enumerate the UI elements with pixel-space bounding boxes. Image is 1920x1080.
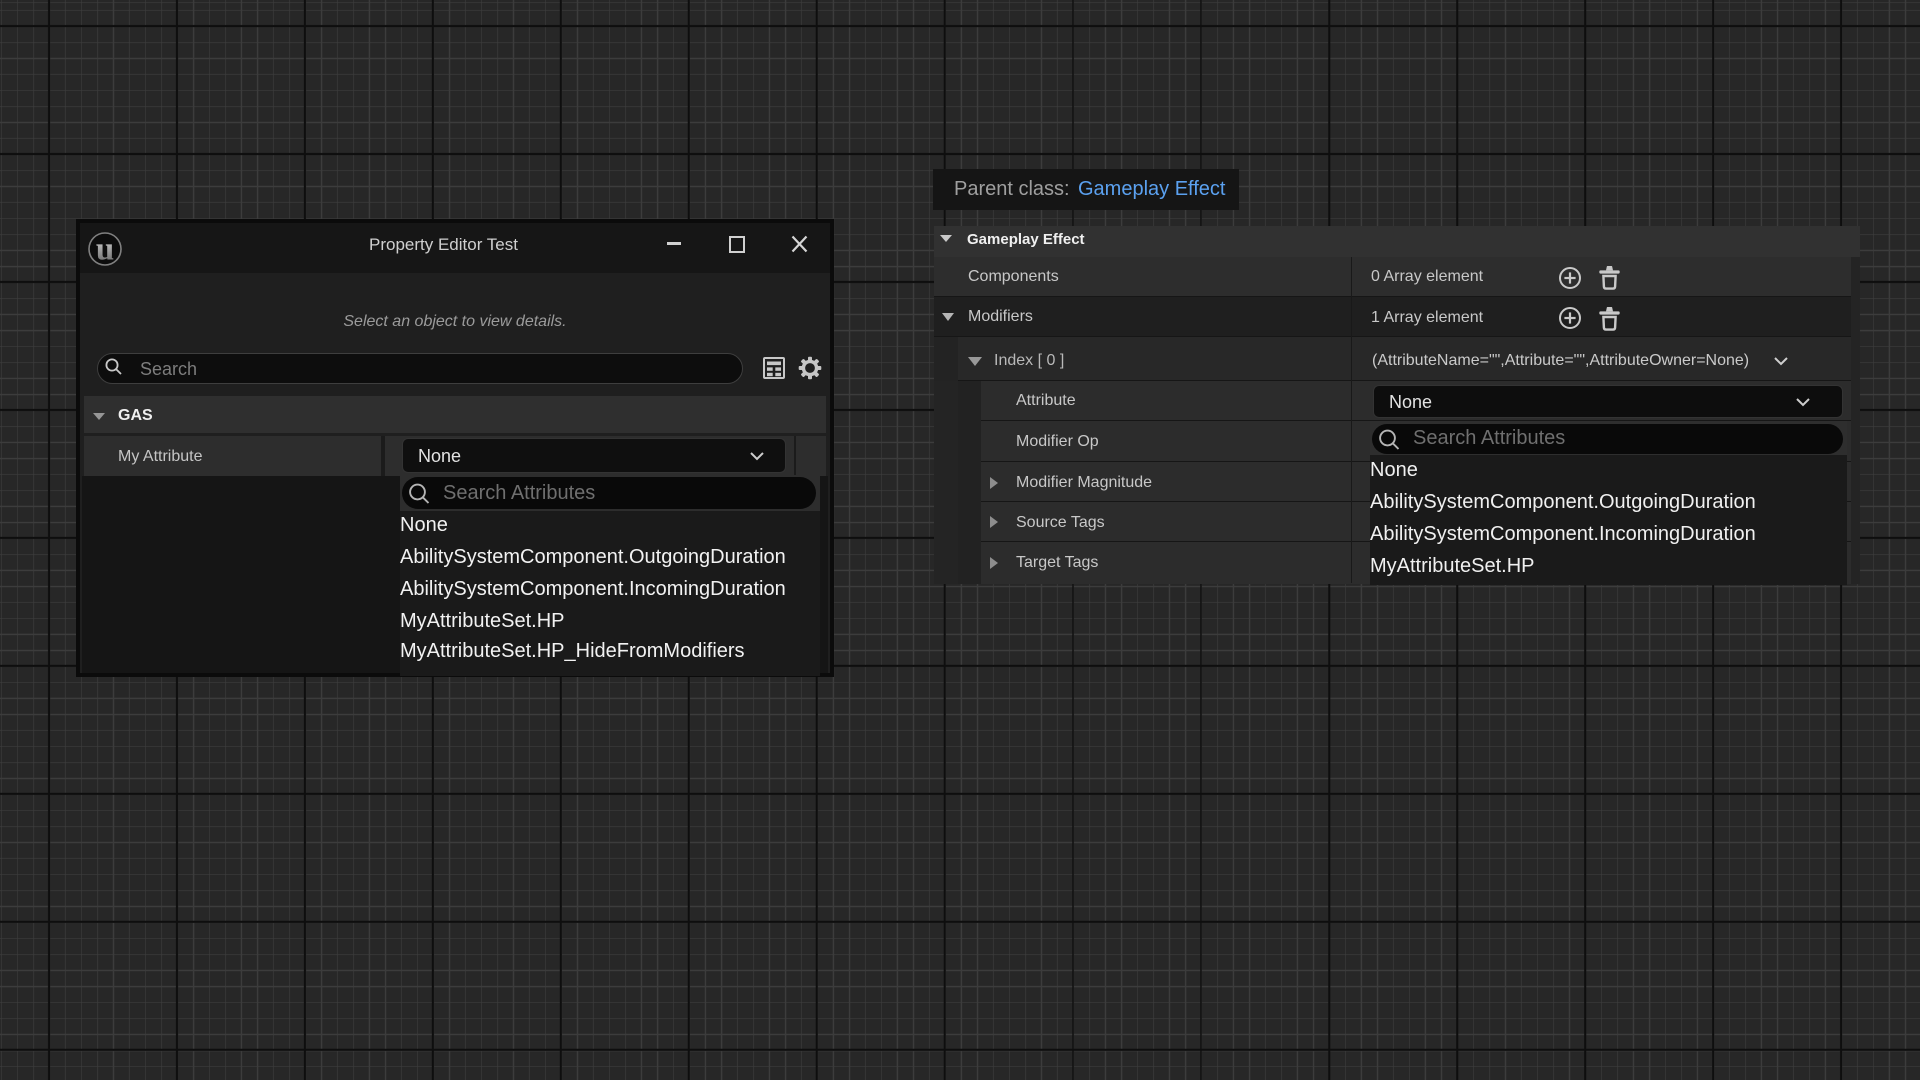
svg-text:u: u <box>96 232 114 268</box>
